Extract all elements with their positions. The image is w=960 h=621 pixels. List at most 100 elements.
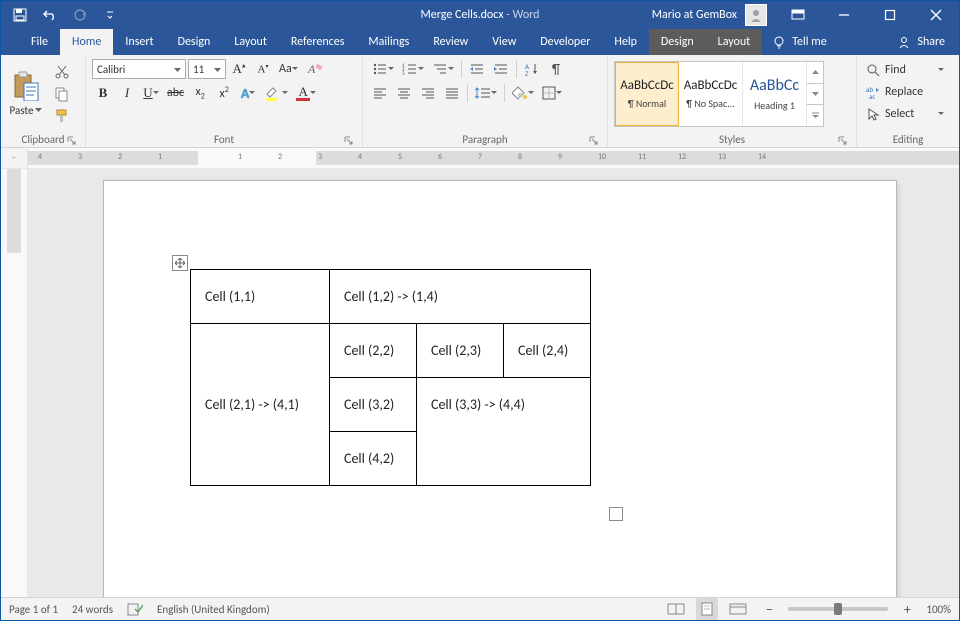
bullets-button[interactable] <box>369 58 397 80</box>
cut-button[interactable] <box>51 61 73 83</box>
strikethrough-button[interactable]: abc <box>164 82 187 104</box>
change-case-button[interactable]: Aa <box>276 58 301 80</box>
table-cell[interactable]: Cell (1,2) -> (1,4) <box>330 270 591 324</box>
table-cell[interactable]: Cell (2,4) <box>504 324 591 378</box>
view-read-mode[interactable] <box>664 598 688 620</box>
account-area[interactable]: Mario at GemBox <box>648 4 771 26</box>
gallery-down[interactable] <box>807 84 823 106</box>
table-cell[interactable]: Cell (3,3) -> (4,4) <box>417 378 591 486</box>
tab-review[interactable]: Review <box>421 29 480 55</box>
font-launcher[interactable] <box>342 134 354 146</box>
maximize-button[interactable] <box>867 1 913 29</box>
copy-button[interactable] <box>51 83 73 105</box>
sort-button[interactable]: AZ <box>521 58 543 80</box>
status-language[interactable]: English (United Kingdom) <box>157 603 270 616</box>
select-button[interactable]: Select <box>863 103 947 125</box>
vertical-ruler[interactable] <box>1 169 28 597</box>
bold-button[interactable]: B <box>92 82 114 104</box>
tab-insert[interactable]: Insert <box>113 29 165 55</box>
tab-mailings[interactable]: Mailings <box>356 29 421 55</box>
horizontal-ruler[interactable]: 43211234567891011121314 <box>28 148 959 168</box>
tab-file[interactable]: File <box>19 29 60 55</box>
tab-table-layout[interactable]: Layout <box>706 29 763 55</box>
tab-home[interactable]: Home <box>60 29 113 55</box>
tab-layout[interactable]: Layout <box>222 29 279 55</box>
style-normal[interactable]: AaBbCcDc¶ Normal <box>615 62 679 126</box>
format-painter-button[interactable] <box>51 105 73 127</box>
tab-help[interactable]: Help <box>602 29 649 55</box>
zoom-level[interactable]: 100% <box>926 603 951 616</box>
decrease-indent-button[interactable] <box>466 58 488 80</box>
align-center-button[interactable] <box>393 82 415 104</box>
status-words[interactable]: 24 words <box>72 603 113 616</box>
table-cell[interactable]: Cell (2,1) -> (4,1) <box>191 324 330 486</box>
clear-formatting-button[interactable]: A <box>303 58 327 80</box>
view-web-layout[interactable] <box>726 598 750 620</box>
document-table[interactable]: Cell (1,1) Cell (1,2) -> (1,4) Cell (2,1… <box>190 269 591 486</box>
borders-button[interactable] <box>539 82 565 104</box>
tab-developer[interactable]: Developer <box>528 29 602 55</box>
increase-indent-button[interactable] <box>490 58 512 80</box>
text-effects-button[interactable]: A <box>237 82 259 104</box>
font-color-button[interactable]: A <box>293 82 319 104</box>
style-no-spacing[interactable]: AaBbCcDc¶ No Spac... <box>679 62 743 126</box>
find-button[interactable]: Find <box>863 59 947 81</box>
zoom-in-button[interactable]: + <box>896 598 918 620</box>
grow-font-button[interactable]: A▴ <box>228 58 250 80</box>
tab-view[interactable]: View <box>480 29 528 55</box>
table-cell[interactable]: Cell (2,3) <box>417 324 504 378</box>
page[interactable]: Cell (1,1) Cell (1,2) -> (1,4) Cell (2,1… <box>104 181 896 597</box>
table-cell[interactable]: Cell (3,2) <box>330 378 417 432</box>
align-right-button[interactable] <box>417 82 439 104</box>
tab-references[interactable]: References <box>279 29 357 55</box>
numbering-button[interactable]: 123 <box>399 58 427 80</box>
share-button[interactable]: Share <box>883 29 959 55</box>
status-page[interactable]: Page 1 of 1 <box>9 603 58 616</box>
style-heading-1[interactable]: AaBbCcHeading 1 <box>743 62 807 126</box>
tab-table-design[interactable]: Design <box>649 29 706 55</box>
zoom-slider[interactable] <box>788 607 888 611</box>
shrink-font-button[interactable]: A▾ <box>252 58 274 80</box>
table-cell[interactable]: Cell (1,1) <box>191 270 330 324</box>
table-cell[interactable]: Cell (4,2) <box>330 432 417 486</box>
ribbon-options-button[interactable] <box>775 1 821 29</box>
paste-button[interactable]: Paste <box>7 57 45 125</box>
highlight-button[interactable] <box>261 82 291 104</box>
font-family-select[interactable]: Calibri <box>92 59 186 79</box>
italic-button[interactable]: I <box>116 82 138 104</box>
qat-customize[interactable] <box>97 2 123 28</box>
multilevel-list-button[interactable] <box>429 58 457 80</box>
paragraph-launcher[interactable] <box>587 134 599 146</box>
status-proofing[interactable] <box>127 602 143 616</box>
line-spacing-button[interactable] <box>472 82 500 104</box>
close-button[interactable] <box>913 1 959 29</box>
underline-button[interactable]: U <box>140 82 162 104</box>
subscript-button[interactable]: x2 <box>189 82 211 104</box>
clipboard-launcher[interactable] <box>65 134 77 146</box>
zoom-out-button[interactable]: − <box>758 598 780 620</box>
view-print-layout[interactable] <box>696 598 718 620</box>
superscript-button[interactable]: x2 <box>213 82 235 104</box>
document-canvas[interactable]: Cell (1,1) Cell (1,2) -> (1,4) Cell (2,1… <box>28 169 959 597</box>
redo-button[interactable] <box>67 2 93 28</box>
align-left-button[interactable] <box>369 82 391 104</box>
styles-launcher[interactable] <box>836 134 848 146</box>
justify-button[interactable] <box>441 82 463 104</box>
minimize-button[interactable] <box>821 1 867 29</box>
undo-button[interactable] <box>37 2 63 28</box>
save-button[interactable] <box>7 2 33 28</box>
table-move-handle[interactable] <box>172 255 188 271</box>
shading-button[interactable] <box>509 82 537 104</box>
replace-button[interactable]: abacReplace <box>863 81 947 103</box>
table-resize-handle[interactable] <box>609 507 623 521</box>
ruler-corner[interactable]: ⌐ <box>1 148 28 168</box>
font-size-select[interactable]: 11 <box>188 59 226 79</box>
zoom-thumb[interactable] <box>834 603 842 615</box>
tell-me-search[interactable]: Tell me <box>762 29 837 55</box>
gallery-up[interactable] <box>807 62 823 84</box>
gallery-more[interactable] <box>807 105 823 126</box>
tab-design[interactable]: Design <box>166 29 223 55</box>
styles-gallery[interactable]: AaBbCcDc¶ Normal AaBbCcDc¶ No Spac... Aa… <box>614 61 824 127</box>
show-marks-button[interactable]: ¶ <box>545 58 567 80</box>
table-cell[interactable]: Cell (2,2) <box>330 324 417 378</box>
